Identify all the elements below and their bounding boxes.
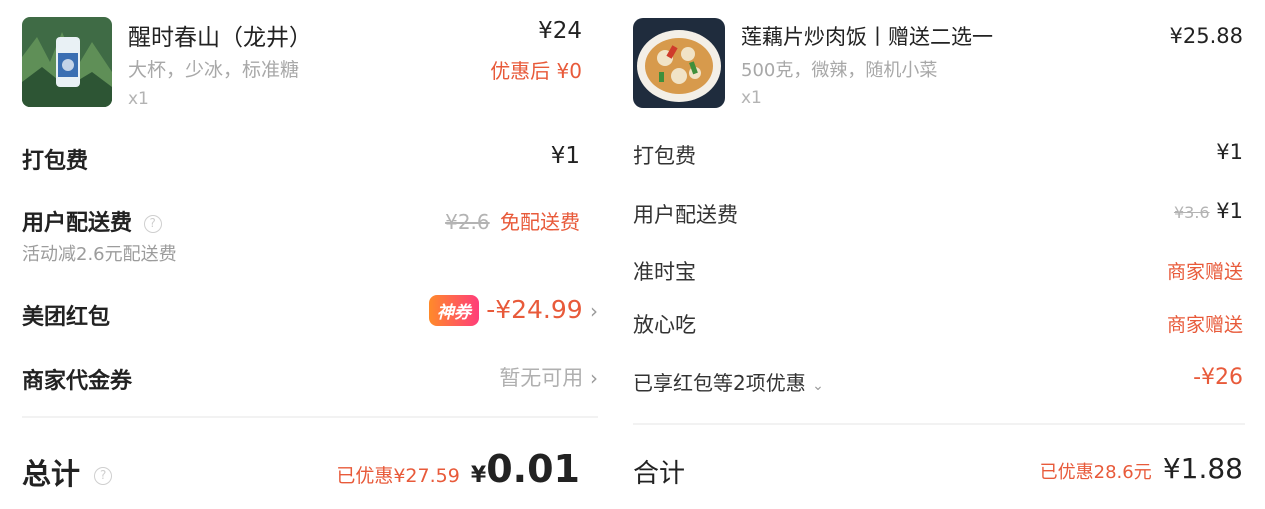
total-amount: 0.01 — [486, 447, 580, 491]
delivery-fee-values: ¥3.6 ¥1 — [1174, 199, 1243, 223]
delivery-fee-label: 用户配送费 — [633, 203, 738, 227]
packing-fee-value: ¥1 — [1216, 140, 1243, 164]
delivery-fee-values: ¥2.6 免配送费 — [445, 206, 580, 235]
discounts-value: -¥26 — [1193, 365, 1243, 390]
product-spec: 500克，微辣，随机小菜 — [741, 60, 938, 81]
packing-fee-label: 打包费 — [633, 144, 696, 168]
right-order-panel: 莲藕片炒肉饭丨赠送二选一 500克，微辣，随机小菜 x1 ¥25.88 打包费 … — [610, 0, 1265, 509]
product-price: ¥24 — [538, 18, 582, 44]
total-amount: ¥1.88 — [1162, 452, 1243, 485]
red-packet-selector[interactable]: 神券 -¥24.99 › — [428, 295, 598, 326]
super-coupon-badge: 神券 — [428, 295, 479, 326]
red-packet-value: -¥24.99 — [486, 295, 583, 324]
safe-eat-value: 商家赠送 — [1166, 314, 1243, 336]
delivery-fee-original: ¥2.6 — [445, 210, 490, 234]
delivery-fee-label: 用户配送费 — [22, 211, 133, 236]
total-values: 已优惠28.6元 ¥1.88 — [1040, 452, 1243, 485]
product-name: 莲藕片炒肉饭丨赠送二选一 — [741, 25, 993, 49]
chevron-right-icon: › — [590, 299, 598, 323]
on-time-value: 商家赠送 — [1166, 261, 1243, 283]
chevron-right-icon: › — [590, 366, 598, 390]
product-spec: 大杯，少冰，标准糖 — [128, 59, 300, 81]
red-packet-label: 美团红包 — [22, 305, 111, 330]
chevron-down-icon: ⌄ — [812, 378, 824, 394]
total-label: 总计 — [22, 457, 81, 491]
merchant-coupon-label: 商家代金券 — [22, 369, 133, 394]
packing-fee-value: ¥1 — [550, 143, 580, 169]
product-quantity: x1 — [128, 89, 149, 109]
merchant-coupon-selector[interactable]: 暂无可用 › — [499, 362, 598, 392]
total-values: 已优惠¥27.59 ¥0.01 — [336, 447, 580, 491]
help-icon[interactable]: ? — [94, 467, 113, 485]
discounts-toggle[interactable]: 已享红包等2项优惠 ⌄ — [633, 367, 824, 396]
drink-thumbnail — [22, 17, 112, 107]
discounts-label: 已享红包等2项优惠 — [633, 371, 806, 395]
total-label: 合计 — [633, 459, 686, 489]
total-discount: 已优惠¥27.59 — [336, 465, 460, 487]
delivery-fee-value: ¥1 — [1216, 199, 1243, 223]
help-icon[interactable]: ? — [143, 215, 162, 233]
delivery-fee-row: 用户配送费 ? — [22, 205, 162, 237]
product-name: 醒时春山（龙井） — [128, 25, 312, 51]
total-currency: ¥ — [470, 463, 487, 488]
product-price: ¥25.88 — [1169, 24, 1243, 48]
dish-thumbnail — [633, 18, 725, 108]
delivery-fee-note: 活动减2.6元配送费 — [22, 244, 177, 265]
delivery-fee-original: ¥3.6 — [1173, 203, 1210, 222]
product-quantity: x1 — [741, 88, 762, 108]
safe-eat-label: 放心吃 — [633, 313, 696, 337]
merchant-coupon-value: 暂无可用 — [499, 366, 584, 390]
left-order-panel: 醒时春山（龙井） 大杯，少冰，标准糖 x1 ¥24 优惠后 ¥0 打包费 ¥1 … — [0, 0, 610, 509]
total-row: 总计 ? — [22, 451, 113, 493]
total-discount: 已优惠28.6元 — [1039, 462, 1152, 483]
divider — [633, 423, 1245, 425]
delivery-fee-free: 免配送费 — [500, 210, 580, 234]
divider — [22, 416, 598, 418]
discounted-price: 优惠后 ¥0 — [490, 59, 582, 83]
packing-fee-label: 打包费 — [22, 149, 89, 174]
on-time-label: 准时宝 — [633, 260, 696, 284]
